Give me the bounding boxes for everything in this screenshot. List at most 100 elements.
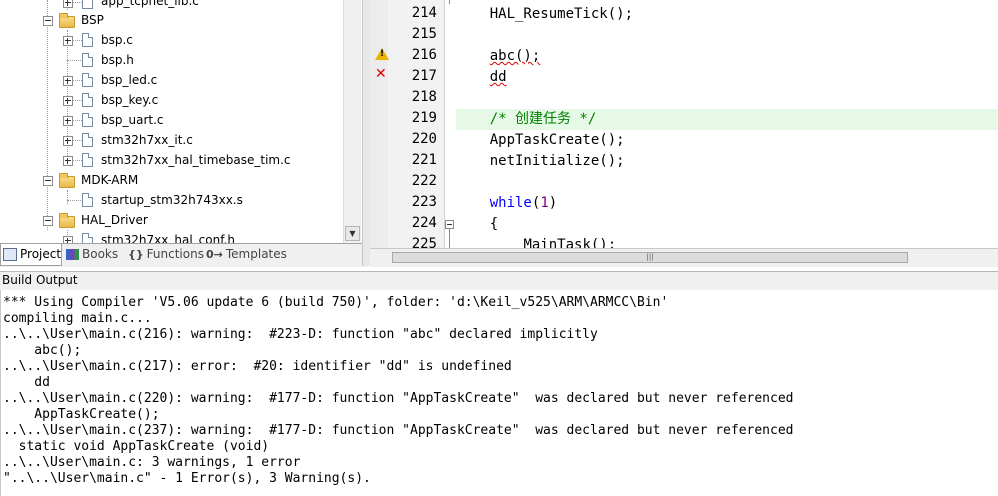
output-line[interactable]: ..\..\User\main.c(216): warning: #223-D:… (3, 327, 598, 343)
code-line[interactable]: abc(); (456, 46, 998, 67)
output-line: ..\..\User\main.c: 3 warnings, 1 error (3, 455, 301, 470)
grip-icon: ||| (646, 253, 654, 261)
collapse-icon[interactable] (43, 176, 53, 186)
expand-icon[interactable] (63, 236, 73, 243)
line-number: 215 (411, 26, 437, 42)
build-output-panel[interactable]: *** Using Compiler 'V5.06 update 6 (buil… (0, 290, 998, 496)
tree-item-label: startup_stm32h743xx.s (101, 193, 243, 207)
code-line[interactable] (456, 88, 998, 109)
tree-vertical-scrollbar[interactable]: ▼ (343, 0, 361, 243)
tree-folder-mdk-arm[interactable]: MDK-ARM (0, 171, 340, 191)
code-editor[interactable]: ! ✕ 214 215 216 217 218 219 220 221 222 … (370, 0, 998, 248)
code-line[interactable] (456, 172, 998, 193)
tree-item-stm32h7xx-hal-conf-h[interactable]: stm32h7xx_hal_conf.h (0, 231, 340, 243)
output-line: *** Using Compiler 'V5.06 update 6 (buil… (3, 295, 669, 310)
collapse-icon[interactable] (43, 16, 53, 26)
tree-item-label: stm32h7xx_hal_conf.h (101, 233, 235, 243)
expand-icon[interactable] (63, 156, 73, 166)
line-number: 214 (411, 5, 437, 21)
panel-title: Build Output (2, 273, 78, 287)
file-icon (82, 193, 93, 207)
output-line: abc(); (3, 343, 82, 358)
editor-horizontal-scrollbar[interactable]: ||| (370, 248, 998, 267)
folder-icon (59, 13, 75, 28)
output-line: static void AppTaskCreate (void) (3, 439, 270, 454)
code-line[interactable]: MainTask(); (456, 235, 998, 248)
code-line[interactable]: while(1) (456, 193, 998, 214)
build-output-title-bar: Build Output (0, 271, 998, 291)
tab-templates[interactable]: 0→ Templates (206, 244, 287, 265)
fold-collapse-icon[interactable] (445, 220, 454, 229)
warning-icon[interactable]: ! (375, 48, 389, 60)
code-line[interactable]: dd (456, 67, 998, 88)
line-number: 224 (411, 215, 437, 231)
tree-item-bsp-c[interactable]: bsp.c (0, 31, 340, 51)
tree-item-bsp-key-c[interactable]: bsp_key.c (0, 91, 340, 111)
project-tree[interactable]: app_tcpnet_lib.c BSP bsp.c bsp.h bsp_led… (0, 0, 362, 243)
tree-item-label: bsp.c (101, 33, 133, 47)
code-line[interactable]: HAL_ResumeTick(); (456, 4, 998, 25)
books-icon (66, 249, 79, 260)
tree-item-label: bsp_led.c (101, 73, 158, 87)
output-line: dd (3, 375, 50, 390)
code-line[interactable] (456, 25, 998, 46)
folder-icon (59, 173, 75, 188)
line-number: 220 (411, 131, 437, 147)
functions-icon: {} (128, 247, 144, 261)
error-icon[interactable]: ✕ (375, 67, 388, 81)
editor-margin[interactable]: ! ✕ (370, 0, 389, 248)
output-line: "..\..\User\main.c" - 1 Error(s), 3 Warn… (3, 471, 371, 486)
file-icon (82, 93, 93, 107)
output-line: AppTaskCreate(); (3, 407, 160, 422)
tree-item-bsp-led-c[interactable]: bsp_led.c (0, 71, 340, 91)
output-line[interactable]: ..\..\User\main.c(237): warning: #177-D:… (3, 423, 794, 439)
tree-item-label: MDK-ARM (81, 173, 139, 187)
line-number: 216 (411, 47, 437, 63)
output-line[interactable]: ..\..\User\main.c(217): error: #20: iden… (3, 359, 512, 375)
line-number: 219 (411, 110, 437, 126)
expand-icon[interactable] (63, 116, 73, 126)
expand-icon[interactable] (63, 76, 73, 86)
output-line: compiling main.c... (3, 311, 152, 326)
file-icon (82, 153, 93, 167)
tree-item-bsp-h[interactable]: bsp.h (0, 51, 340, 71)
tree-item-startup-stm32h743xx-s[interactable]: startup_stm32h743xx.s (0, 191, 340, 211)
line-number: 225 (411, 236, 437, 248)
expand-icon[interactable] (63, 136, 73, 146)
file-icon (82, 33, 93, 47)
file-icon (82, 133, 93, 147)
tab-project[interactable]: Project (0, 244, 62, 266)
code-line[interactable]: AppTaskCreate(); (456, 130, 998, 151)
expand-icon[interactable] (63, 36, 73, 46)
output-line[interactable]: ..\..\User\main.c(220): warning: #177-D:… (3, 391, 794, 407)
code-line-highlighted[interactable]: /* 创建任务 */ (456, 109, 998, 130)
expand-icon[interactable] (63, 96, 73, 106)
tree-item-label: app_tcpnet_lib.c (101, 0, 199, 8)
tree-item-stm32h7xx-hal-timebase-tim-c[interactable]: stm32h7xx_hal_timebase_tim.c (0, 151, 340, 171)
tree-folder-bsp[interactable]: BSP (0, 11, 340, 31)
scroll-thumb[interactable]: ||| (392, 252, 908, 263)
code-line[interactable]: { (456, 214, 998, 235)
file-icon (82, 53, 93, 67)
tree-item-bsp-uart-c[interactable]: bsp_uart.c (0, 111, 340, 131)
tree-item-label: HAL_Driver (81, 213, 148, 227)
line-number: 217 (411, 68, 437, 84)
file-icon (82, 233, 93, 243)
project-icon (3, 248, 17, 261)
tab-functions[interactable]: {} Functions (128, 244, 204, 265)
tree-item-stm32h7xx-it-c[interactable]: stm32h7xx_it.c (0, 131, 340, 151)
line-number: 218 (411, 89, 437, 105)
tab-books[interactable]: Books (66, 244, 124, 265)
file-icon (82, 113, 93, 127)
code-line[interactable]: netInitialize(); (456, 151, 998, 172)
panel-tab-bar: Project Books {} Functions 0→ Templates (0, 243, 368, 267)
line-number: 223 (411, 194, 437, 210)
collapse-icon[interactable] (43, 216, 53, 226)
tree-item-label: bsp_uart.c (101, 113, 164, 127)
tree-folder-hal-driver[interactable]: HAL_Driver (0, 211, 340, 231)
line-number: 221 (411, 152, 437, 168)
templates-icon: 0→ (206, 247, 223, 261)
line-number: 222 (411, 173, 437, 189)
tree-item-label: BSP (81, 13, 104, 27)
scroll-down-arrow-icon[interactable]: ▼ (345, 226, 360, 241)
